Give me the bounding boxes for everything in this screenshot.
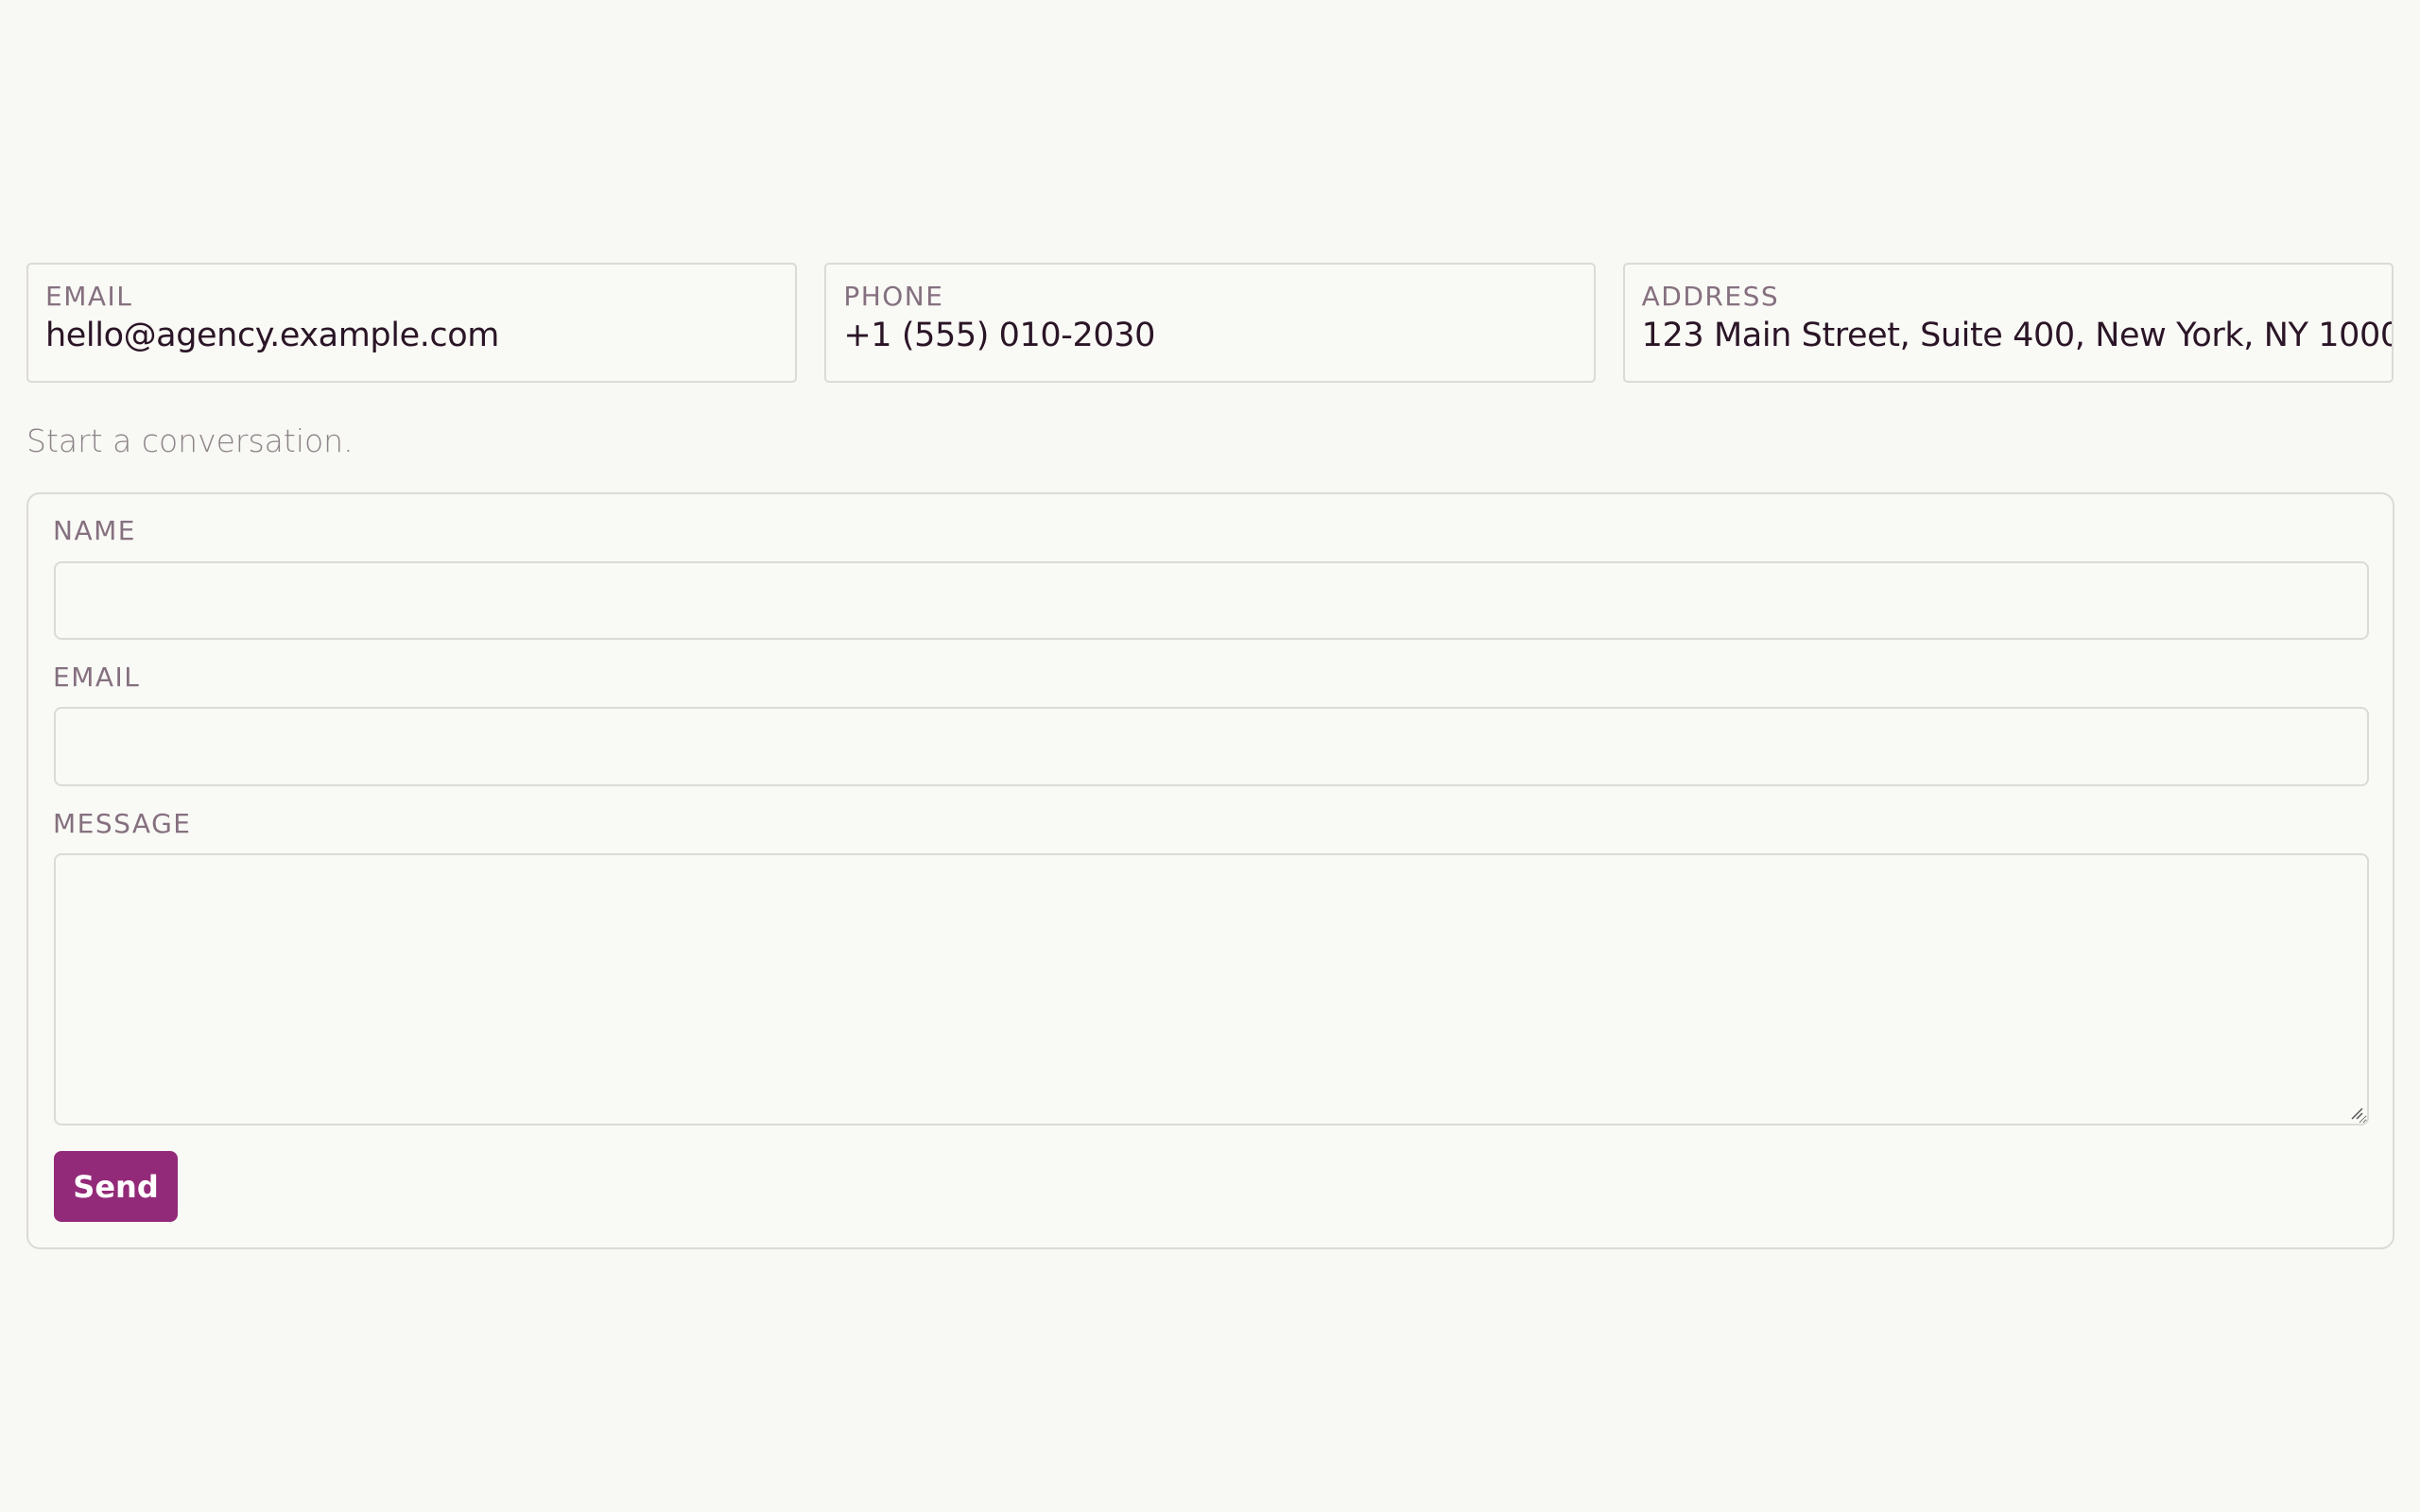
name-field[interactable] xyxy=(54,561,2369,640)
contact-page: EMAIL hello@agency.example.com PHONE +1 … xyxy=(0,0,2420,1512)
contact-info: EMAIL hello@agency.example.com PHONE +1 … xyxy=(26,263,2394,383)
contact-card-phone: PHONE +1 (555) 010-2030 xyxy=(824,263,1596,383)
contact-form: NAME EMAIL MESSAGE Send xyxy=(26,492,2394,1249)
send-button[interactable]: Send xyxy=(54,1151,178,1222)
name-label: NAME xyxy=(53,515,136,546)
contact-card-label: PHONE xyxy=(843,281,944,312)
message-field-wrapper xyxy=(28,853,2369,1125)
contact-card-email: EMAIL hello@agency.example.com xyxy=(26,263,798,383)
contact-phone-value[interactable]: +1 (555) 010-2030 xyxy=(843,316,1576,355)
email-field[interactable] xyxy=(54,707,2369,786)
contact-card-label: ADDRESS xyxy=(1641,281,1780,312)
contact-email-value[interactable]: hello@agency.example.com xyxy=(45,316,778,355)
intro-text: Start a conversation. xyxy=(26,422,354,459)
email-label: EMAIL xyxy=(53,662,141,693)
contact-card-address: ADDRESS 123 Main Street, Suite 400, New … xyxy=(1622,263,2394,383)
contact-card-label: EMAIL xyxy=(45,281,133,312)
message-label: MESSAGE xyxy=(53,808,192,839)
message-field[interactable] xyxy=(54,853,2369,1125)
contact-address-value: 123 Main Street, Suite 400, New York, NY… xyxy=(1641,317,2394,354)
